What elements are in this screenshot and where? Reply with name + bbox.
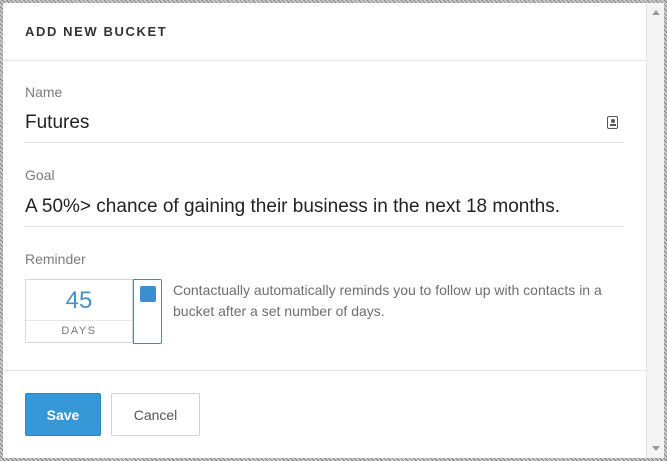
days-divider (26, 320, 132, 321)
modal-header: ADD NEW BUCKET (3, 3, 646, 61)
name-label: Name (25, 84, 63, 100)
goal-underline (25, 226, 624, 227)
toggle-knob (140, 286, 156, 302)
goal-label: Goal (25, 167, 55, 183)
reminder-days-field[interactable]: 45 DAYS (25, 279, 133, 343)
scroll-down-arrow-icon[interactable] (652, 446, 660, 451)
goal-input[interactable]: A 50%> chance of gaining their business … (25, 196, 560, 218)
reminder-toggle[interactable] (133, 279, 162, 344)
name-underline (25, 142, 624, 143)
cancel-button[interactable]: Cancel (111, 393, 200, 436)
name-input[interactable]: Futures (25, 112, 89, 134)
scroll-up-arrow-icon[interactable] (652, 10, 660, 15)
reminder-days-unit: DAYS (61, 325, 97, 337)
modal-scrollbar[interactable] (646, 3, 664, 458)
reminder-description: Contactually automatically reminds you t… (173, 282, 602, 319)
save-button[interactable]: Save (25, 393, 101, 436)
footer-divider (3, 370, 646, 371)
reminder-days-value[interactable]: 45 (26, 287, 132, 315)
reminder-label: Reminder (25, 251, 86, 267)
contact-card-icon[interactable] (607, 116, 618, 129)
modal-title: ADD NEW BUCKET (25, 24, 168, 39)
add-bucket-modal: ADD NEW BUCKET Name Futures Goal A 50%> … (3, 3, 646, 458)
